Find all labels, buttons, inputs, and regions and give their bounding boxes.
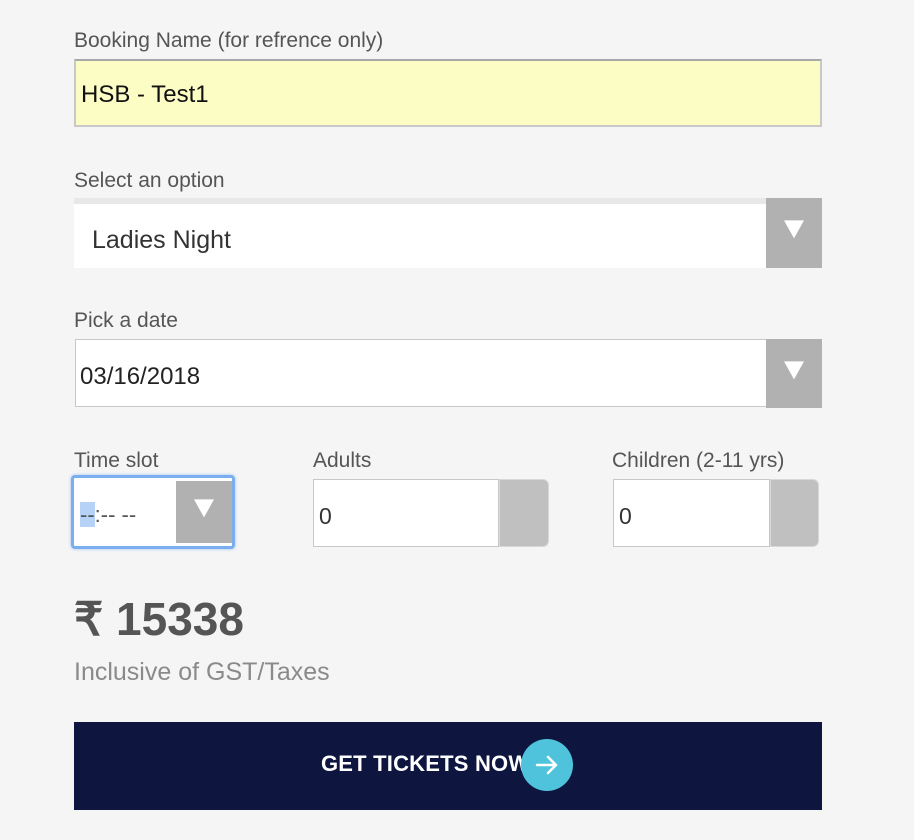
adults-stepper[interactable] (499, 479, 549, 547)
adults-input[interactable]: 0 (313, 479, 499, 547)
option-select[interactable]: Ladies Night (74, 198, 822, 268)
price-tax-note: Inclusive of GST/Taxes (74, 658, 330, 686)
time-dropdown-arrow-icon[interactable] (176, 481, 232, 543)
option-selected-value: Ladies Night (92, 226, 231, 254)
children-input[interactable]: 0 (613, 479, 770, 547)
option-dropdown-arrow-icon[interactable] (766, 198, 822, 268)
time-hour-segment[interactable]: -- (80, 502, 95, 527)
date-dropdown-arrow-icon[interactable] (766, 339, 822, 408)
time-slot-value: --:-- -- (80, 502, 136, 528)
get-tickets-label: GET TICKETS NOW (321, 751, 530, 776)
date-value: 03/16/2018 (80, 363, 201, 390)
price-amount: ₹ 15338 (74, 593, 244, 645)
children-value: 0 (619, 503, 632, 529)
booking-name-label: Booking Name (for refrence only) (74, 29, 384, 52)
option-label: Select an option (74, 169, 225, 192)
booking-name-input[interactable]: HSB - Test1 (74, 59, 822, 127)
children-label: Children (2-11 yrs) (612, 449, 785, 472)
get-tickets-button[interactable]: GET TICKETS NOW (74, 722, 822, 810)
date-input[interactable]: 03/16/2018 (75, 339, 821, 407)
time-slot-label: Time slot (74, 449, 159, 472)
booking-name-value: HSB - Test1 (81, 81, 209, 108)
adults-label: Adults (313, 449, 372, 472)
date-label: Pick a date (74, 309, 178, 332)
time-rest-segment[interactable]: :-- -- (95, 502, 137, 527)
arrow-right-icon (521, 739, 573, 791)
adults-value: 0 (319, 503, 332, 529)
time-slot-input[interactable]: --:-- -- (71, 475, 235, 549)
children-stepper[interactable] (770, 479, 819, 547)
